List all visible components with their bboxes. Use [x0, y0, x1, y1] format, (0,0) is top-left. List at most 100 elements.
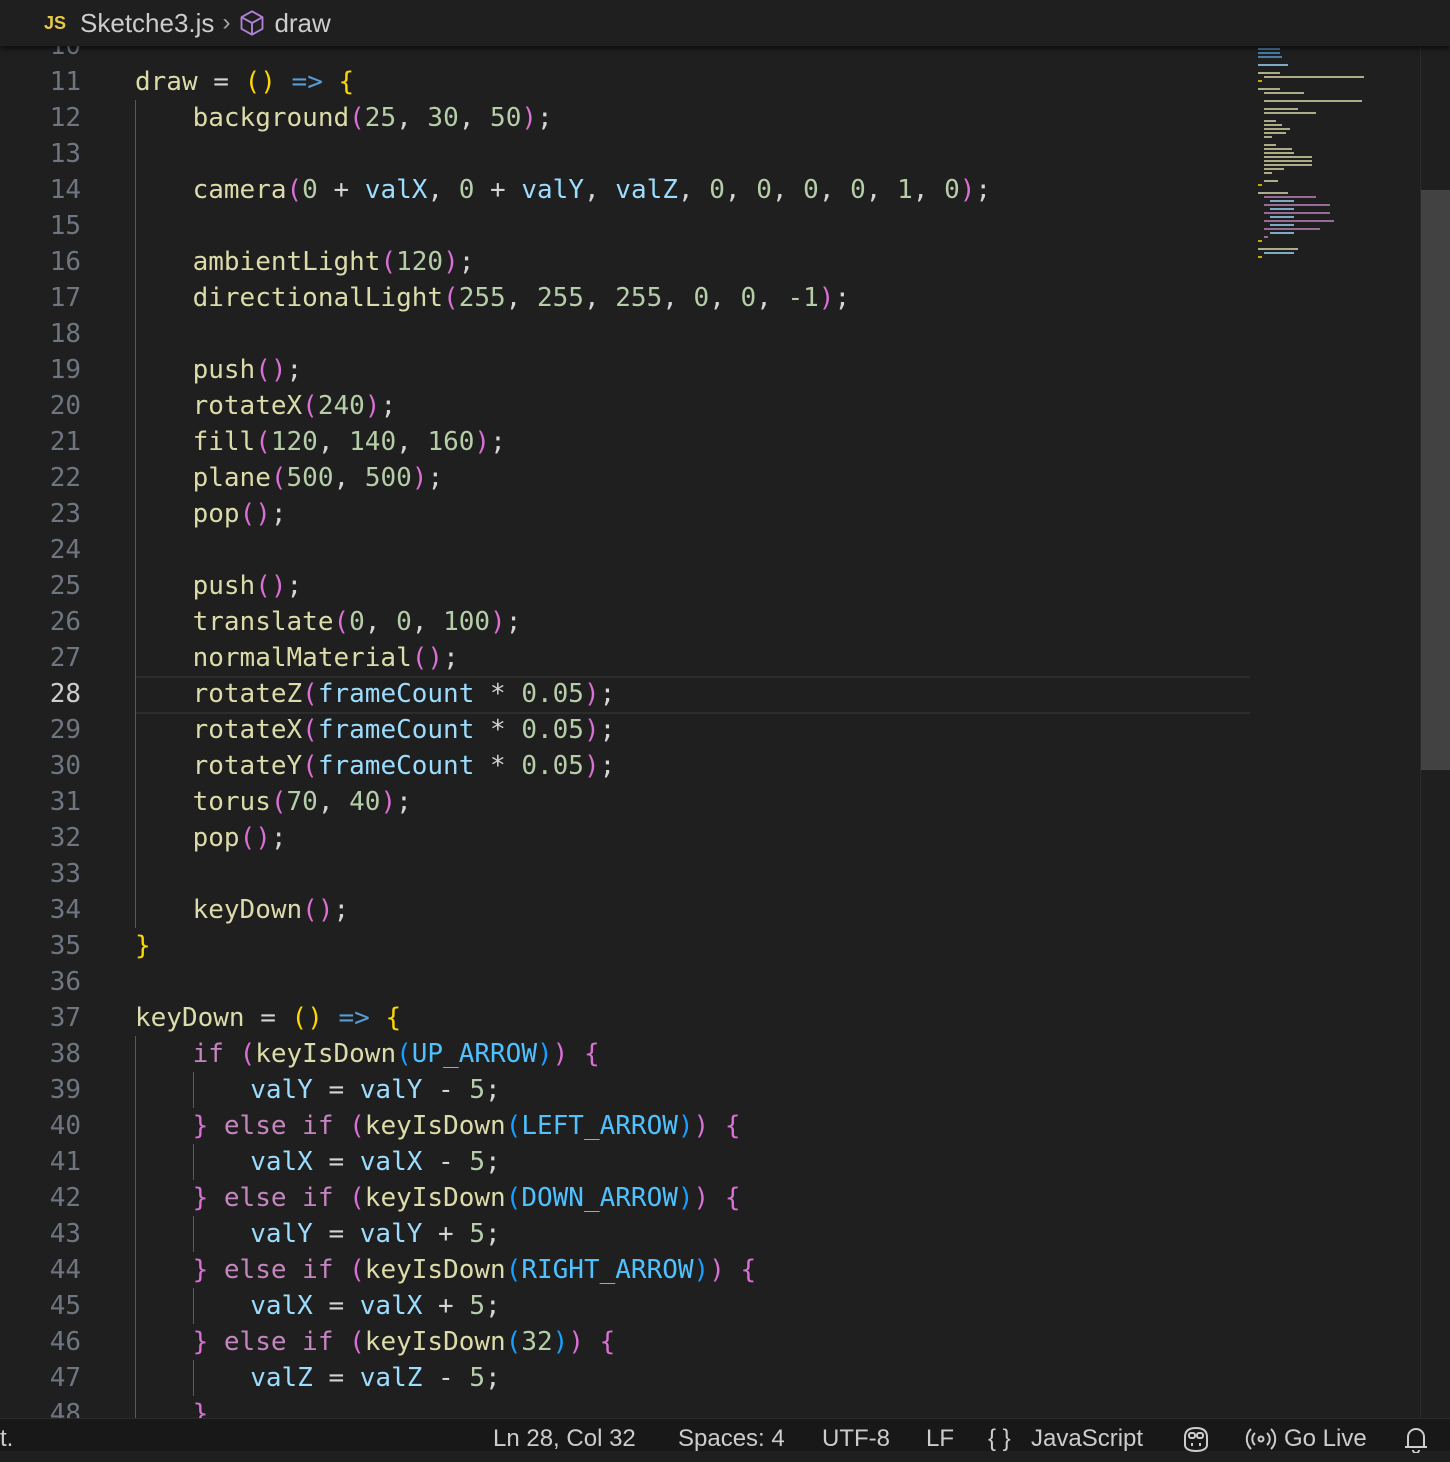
broadcast-icon[interactable]	[1245, 1425, 1277, 1462]
javascript-file-icon: JS	[44, 12, 67, 33]
code-token: (	[302, 715, 318, 745]
code-token: =	[197, 67, 245, 97]
minimap-line	[1258, 80, 1262, 82]
code-token: keyIsDown	[364, 1327, 506, 1357]
minimap-line	[1264, 124, 1282, 126]
minimap-line	[1264, 172, 1272, 174]
code-token: 0	[740, 283, 757, 313]
code-token: 0	[709, 175, 725, 205]
minimap-line	[1258, 88, 1280, 90]
code-token: valZ	[250, 1363, 313, 1393]
minimap-line	[1258, 240, 1262, 242]
code-token: ;	[505, 607, 522, 637]
code-text: push();	[193, 352, 303, 388]
code-token: pop	[192, 499, 240, 529]
minimap-line	[1270, 200, 1294, 202]
line-number: 46	[49, 1327, 81, 1357]
go-live-button[interactable]: Go Live	[1284, 1423, 1367, 1455]
line-number: 41	[49, 1147, 81, 1177]
minimap[interactable]	[1255, 46, 1415, 276]
code-token: ,	[662, 283, 694, 313]
minimap-line	[1258, 64, 1288, 66]
code-token: (	[286, 175, 303, 205]
eol-status[interactable]: LF	[926, 1423, 954, 1455]
encoding-status[interactable]: UTF-8	[822, 1423, 890, 1455]
code-token: ()	[302, 895, 334, 925]
line-number: 31	[49, 787, 81, 817]
minimap-line	[1264, 204, 1330, 206]
minimap-line	[1264, 160, 1312, 162]
code-token: valY	[359, 1219, 423, 1249]
code-token: *	[474, 715, 522, 745]
code-token: 70	[286, 787, 318, 817]
code-line: 14 camera(0 + valX, 0 + valY, valZ, 0, 0,…	[0, 172, 1420, 208]
code-line: 27 normalMaterial();	[0, 640, 1420, 676]
code-token: (	[239, 1039, 256, 1069]
code-text: fill(120, 140, 160);	[193, 424, 506, 460]
code-token: =	[312, 1219, 360, 1249]
copilot-icon[interactable]	[1180, 1425, 1212, 1462]
code-token: ;	[443, 643, 459, 673]
code-token: ,	[427, 175, 459, 205]
language-mode[interactable]: JavaScript	[1031, 1423, 1143, 1455]
code-token: 0.05	[521, 679, 584, 709]
minimap-line	[1264, 108, 1298, 110]
code-token: =	[244, 1003, 292, 1033]
line-number: 19	[49, 355, 81, 385]
code-token: normalMaterial	[192, 643, 412, 673]
code-token: ,	[756, 283, 788, 313]
breadcrumb-file[interactable]: Sketche3.js	[80, 8, 214, 39]
code-token: ;	[396, 787, 412, 817]
breadcrumb-symbol[interactable]: draw	[274, 8, 330, 39]
code-text: rotateX(240);	[193, 388, 397, 424]
code-token: )	[380, 787, 397, 817]
minimap-line	[1264, 236, 1268, 238]
code-token: ;	[270, 499, 287, 529]
indentation-status[interactable]: Spaces: 4	[678, 1423, 785, 1455]
code-token: )	[568, 1327, 584, 1357]
line-number: 43	[49, 1219, 81, 1249]
code-token: +	[474, 175, 522, 205]
code-editor[interactable]: 10 11 draw = () => {12 background(25, 30, 5…	[0, 46, 1420, 1418]
minimap-line	[1264, 228, 1320, 230]
code-line: 40} else if (keyIsDown(LEFT_ARROW)) {	[0, 1108, 1420, 1144]
code-token: ,	[317, 427, 350, 457]
code-text: keyDown();	[193, 892, 350, 928]
code-token: =	[312, 1363, 360, 1393]
code-token: )	[474, 427, 491, 457]
code-token: valX	[359, 1147, 423, 1177]
code-line: 48}	[0, 1396, 1420, 1418]
cursor-position[interactable]: Ln 28, Col 32	[493, 1423, 636, 1455]
line-number: 45	[49, 1291, 81, 1321]
indent-guide	[135, 1036, 136, 1418]
code-text: plane(500, 500);	[193, 460, 444, 496]
code-token: ;	[975, 175, 992, 205]
bell-icon[interactable]	[1402, 1425, 1430, 1462]
code-token: pop	[192, 823, 240, 853]
code-token: 500	[286, 463, 334, 493]
line-number: 27	[49, 643, 81, 673]
code-token: ambientLight	[192, 247, 381, 277]
code-token: (	[396, 1039, 412, 1069]
code-token: +	[422, 1291, 470, 1321]
code-token: ;	[537, 103, 553, 133]
code-token: ,	[333, 463, 365, 493]
code-token: =	[312, 1075, 360, 1105]
code-token: )	[583, 715, 600, 745]
minimap-line	[1264, 128, 1290, 130]
code-text: translate(0, 0, 100);	[193, 604, 522, 640]
code-token: 0	[349, 607, 365, 637]
minimap-line	[1264, 152, 1294, 154]
code-text: } else if (keyIsDown(RIGHT_ARROW)) {	[193, 1252, 757, 1288]
status-left-fragment[interactable]: t.	[0, 1423, 13, 1455]
code-token: 0	[458, 175, 475, 205]
code-line: 18	[0, 316, 1420, 352]
chevron-right-icon: ›	[222, 9, 231, 36]
code-token: 50	[490, 103, 522, 133]
minimap-line	[1264, 112, 1316, 114]
code-line: 23 pop();	[0, 496, 1420, 532]
scrollbar-thumb[interactable]	[1421, 190, 1450, 770]
line-number: 39	[49, 1075, 81, 1105]
code-token: valX	[250, 1147, 313, 1177]
line-number: 28	[49, 679, 81, 709]
